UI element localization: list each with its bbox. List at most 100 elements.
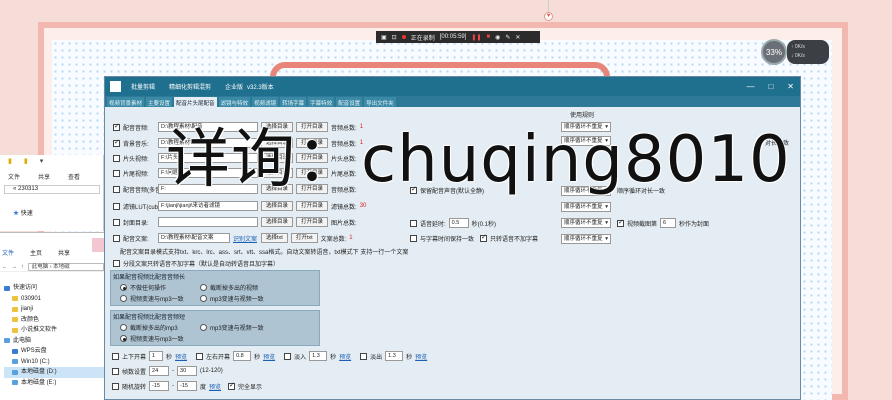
same-time-option[interactable]: 与字幕时间保持一致	[410, 234, 474, 243]
tree-item[interactable]: 快速访问	[4, 283, 104, 294]
fadeout-preview-link[interactable]: 预览	[415, 352, 427, 361]
dir-row-checkbox[interactable]	[113, 154, 120, 162]
dropdown-icon[interactable]: ▾	[40, 157, 44, 165]
select-dir-button[interactable]: 选择目录	[261, 201, 294, 211]
tab-2[interactable]: 配音片头尾配音	[174, 97, 217, 107]
select-dir-button[interactable]: 选择目录	[261, 217, 294, 227]
dir-row-checkbox[interactable]	[113, 122, 120, 131]
window-icon[interactable]: ▣	[381, 34, 387, 41]
voice-delay-checkbox[interactable]	[410, 219, 417, 227]
cover-frame-checkbox[interactable]	[617, 218, 624, 227]
open-dir-button[interactable]: 打开txt	[290, 233, 318, 243]
forward-arrow-icon[interactable]: →	[12, 264, 18, 270]
fadeout-input[interactable]: 1.3	[385, 351, 404, 361]
longer-radio[interactable]	[120, 295, 127, 302]
leftright-preview-link[interactable]: 预览	[263, 352, 275, 361]
tree-item[interactable]: Win10 (C:)	[4, 357, 104, 368]
longer-radio[interactable]	[200, 295, 207, 302]
select-dir-button[interactable]: 选择txt	[261, 233, 288, 243]
up-arrow-icon[interactable]: ↑	[21, 264, 24, 270]
rotate-min-input[interactable]: -15	[149, 381, 170, 391]
dir-row-path-input[interactable]: D:\教程素材\配音文案	[158, 233, 230, 243]
same-time-checkbox[interactable]	[410, 235, 417, 242]
tree-item[interactable]: 030901	[4, 294, 104, 305]
crop-icon[interactable]: ⊡	[392, 34, 397, 41]
dir-row-checkbox[interactable]	[113, 138, 120, 147]
dir-row-path-input[interactable]	[158, 217, 258, 227]
open-dir-button[interactable]: 打开目录	[296, 201, 329, 211]
fadein-input[interactable]: 1.3	[309, 351, 328, 361]
tab-3[interactable]: 滤镜与特效	[218, 97, 251, 107]
open-dir-button[interactable]: 打开目录	[296, 217, 329, 227]
address-bar[interactable]: 此电脑 › 本地磁	[27, 262, 104, 271]
shorter-option-0[interactable]: 截断掉多出的mp3	[120, 323, 178, 332]
tab-5[interactable]: 转场字幕	[280, 97, 307, 107]
recognize-link[interactable]: 识别文案	[233, 234, 258, 243]
tab-6[interactable]: 字幕特效	[308, 97, 335, 107]
rotate-max-input[interactable]: -15	[177, 381, 198, 391]
dir-row-checkbox[interactable]	[113, 234, 120, 242]
close-icon[interactable]: ✕	[787, 82, 794, 91]
leftright-input[interactable]: 0.8	[233, 351, 252, 361]
longer-option-3[interactable]: mp3变速与视频一致	[200, 294, 264, 303]
tree-item[interactable]: 本地磁盘 (D:)	[4, 367, 104, 378]
longer-option-2[interactable]: 视频变速与mp3一致	[120, 294, 184, 303]
dir-row-path-input[interactable]: F:\jianji\jianji\来访者滤镜	[158, 201, 258, 211]
shorter-option-2[interactable]: 视频变速与mp3一致	[120, 334, 184, 343]
fadein-checkbox[interactable]	[284, 352, 292, 360]
framerate-checkbox[interactable]	[112, 367, 119, 375]
fadein-preview-link[interactable]: 预览	[339, 352, 351, 361]
shorter-radio[interactable]	[120, 324, 127, 331]
tree-item[interactable]: jianji	[4, 304, 104, 315]
explorer-menu-item[interactable]: 共享	[58, 248, 70, 257]
tab-1[interactable]: 主要设置	[146, 97, 173, 107]
close-icon[interactable]: ✕	[515, 34, 520, 41]
longer-option-1[interactable]: 截断掉多出的视频	[200, 283, 258, 292]
pen-icon[interactable]: ✎	[505, 34, 510, 41]
tree-item[interactable]: 此电脑	[4, 336, 104, 347]
rule-select-6[interactable]: 顺序循环不重复 ▾	[561, 234, 611, 244]
dir-row-checkbox[interactable]	[113, 185, 120, 193]
rule-select-4[interactable]: 顺序循环不重复 ▾	[561, 202, 611, 212]
framerate-min-input[interactable]: 24	[149, 366, 170, 376]
split-option-checkbox[interactable]	[113, 260, 120, 267]
rotate-checkbox[interactable]	[112, 382, 119, 390]
cover-frame-option[interactable]: 视频截图第 6 秒作为封面	[617, 218, 709, 228]
longer-option-0[interactable]: 不做任何操作	[120, 283, 166, 292]
updown-preview-link[interactable]: 预览	[175, 352, 187, 361]
tab-8[interactable]: 导出文件夹	[364, 97, 396, 107]
tab-4[interactable]: 视频滤镜	[252, 97, 279, 107]
fullshow-checkbox[interactable]	[228, 381, 236, 390]
split-option[interactable]: 分段文案只转语音不加字幕（默认是自动转语音且加字幕）	[113, 259, 279, 268]
only-voice-option[interactable]: 只转语音不加字幕	[480, 233, 538, 243]
framerate-max-input[interactable]: 30	[177, 366, 198, 376]
only-voice-checkbox[interactable]	[480, 233, 487, 242]
explorer-tab[interactable]: 共享	[38, 172, 50, 181]
rotate-preview-link[interactable]: 预览	[209, 382, 221, 391]
explorer-back-path[interactable]: « 230313	[4, 185, 100, 194]
dir-row-checkbox[interactable]	[113, 169, 120, 177]
tab-0[interactable]: 视频背景素材	[107, 97, 145, 107]
stop-icon[interactable]: ■	[486, 34, 490, 40]
explorer-tab[interactable]: 查看	[68, 172, 80, 181]
minimize-icon[interactable]: —	[746, 82, 754, 91]
dir-row-checkbox[interactable]	[113, 202, 120, 210]
back-arrow-icon[interactable]: ←	[2, 264, 8, 270]
longer-radio[interactable]	[200, 284, 207, 291]
speed-bubble[interactable]: 33%	[761, 39, 787, 65]
cover-frame-input[interactable]: 6	[660, 218, 677, 228]
updown-input[interactable]: 1	[149, 351, 164, 361]
explorer-tab[interactable]: 文件	[8, 172, 20, 181]
maximize-icon[interactable]: □	[768, 82, 773, 91]
leftright-checkbox[interactable]	[196, 352, 204, 360]
fadeout-checkbox[interactable]	[360, 352, 368, 360]
tree-item[interactable]: 小说推文软件	[4, 325, 104, 336]
updown-checkbox[interactable]	[112, 352, 119, 360]
shorter-radio[interactable]	[120, 335, 127, 342]
pause-icon[interactable]: ❚❚	[471, 34, 481, 41]
dir-row-checkbox[interactable]	[113, 218, 120, 226]
camera-icon[interactable]: ◉	[495, 34, 500, 41]
tree-item[interactable]: WPS云盘	[4, 346, 104, 357]
quick-access-item[interactable]: ★ 快速	[13, 208, 33, 217]
tree-item[interactable]: 改颜色	[4, 315, 104, 326]
